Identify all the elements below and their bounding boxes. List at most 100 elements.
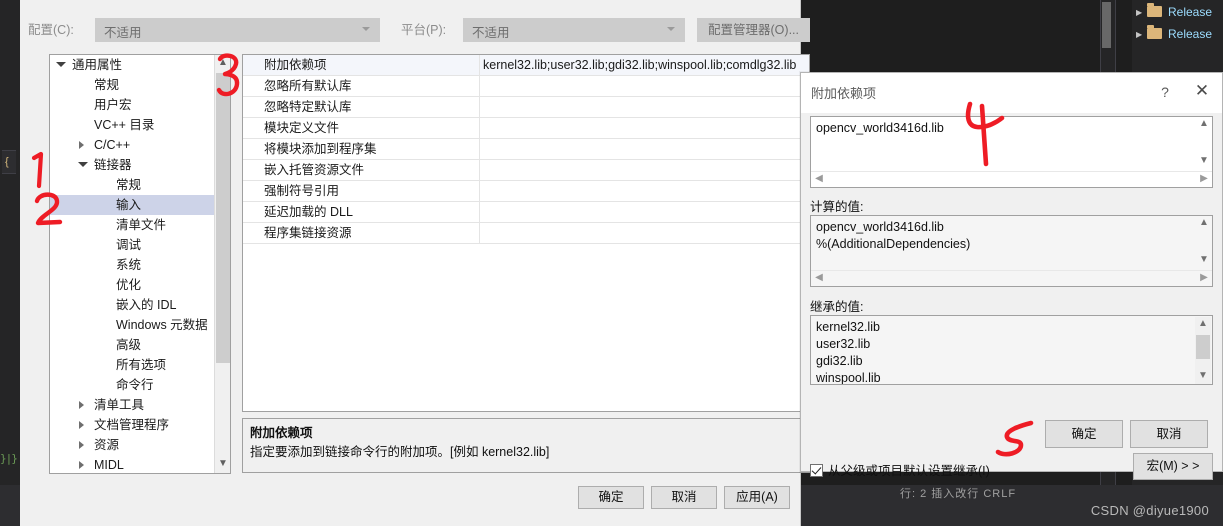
inherited-value-line: winspool.lib xyxy=(816,371,881,385)
config-combobox[interactable]: 不适用 xyxy=(95,18,380,42)
dialog-title-bar[interactable]: 附加依赖项 ? ✕ xyxy=(801,73,1222,113)
tree-item-15[interactable]: 所有选项 xyxy=(50,355,230,375)
tree-item-0[interactable]: 通用属性 xyxy=(50,55,230,75)
property-pages-apply-button[interactable]: 应用(A) xyxy=(724,486,790,509)
scroll-down-icon[interactable]: ▼ xyxy=(215,456,230,473)
scroll-left-icon[interactable]: ◀ xyxy=(811,271,827,286)
tree-item-13[interactable]: Windows 元数据 xyxy=(50,315,230,335)
tree-item-label: 命令行 xyxy=(116,378,154,392)
config-manager-button[interactable]: 配置管理器(O)... xyxy=(697,18,810,42)
tree-item-2[interactable]: 用户宏 xyxy=(50,95,230,115)
tree-item-label: 优化 xyxy=(116,278,142,292)
property-pages-ok-button[interactable]: 确定 xyxy=(578,486,644,509)
property-description-pane: 附加依赖项 指定要添加到链接命令行的附加项。[例如 kernel32.lib] xyxy=(242,418,810,473)
chevron-right-icon[interactable] xyxy=(79,441,84,449)
chevron-down-icon[interactable] xyxy=(78,162,88,167)
scroll-down-icon[interactable]: ▼ xyxy=(1196,154,1212,170)
property-row[interactable]: 嵌入托管资源文件 xyxy=(243,160,809,181)
scroll-up-icon[interactable]: ▲ xyxy=(215,55,230,72)
property-tree-scrollbar-thumb[interactable] xyxy=(216,73,230,363)
evaluated-value-vscrollbar[interactable]: ▲ ▼ xyxy=(1196,216,1212,269)
property-row-name: 延迟加载的 DLL xyxy=(264,205,353,219)
tree-item-label: 调试 xyxy=(116,238,142,252)
evaluated-value-hscrollbar[interactable]: ◀ ▶ xyxy=(811,270,1212,286)
chevron-right-icon[interactable] xyxy=(79,141,84,149)
property-row[interactable]: 延迟加载的 DLL xyxy=(243,202,809,223)
property-row-value[interactable]: kernel32.lib;user32.lib;gdi32.lib;winspo… xyxy=(483,55,809,75)
macro-button[interactable]: 宏(M) > > xyxy=(1133,453,1213,480)
dependencies-edit-hscrollbar[interactable]: ◀ ▶ xyxy=(811,171,1212,187)
property-row[interactable]: 忽略所有默认库 xyxy=(243,76,809,97)
property-row[interactable]: 忽略特定默认库 xyxy=(243,97,809,118)
solution-explorer-row[interactable]: ▶ Release xyxy=(1136,24,1212,44)
tree-item-16[interactable]: 命令行 xyxy=(50,375,230,395)
inherited-values-scrollbar[interactable]: ▲ ▼ xyxy=(1195,317,1211,384)
scroll-right-icon[interactable]: ▶ xyxy=(1196,271,1212,286)
scroll-up-icon[interactable]: ▲ xyxy=(1196,216,1212,232)
inherit-from-parent-checkbox-row[interactable]: 从父级或项目默认设置继承(I) xyxy=(810,460,990,479)
chevron-right-icon[interactable]: ▶ xyxy=(1136,25,1147,45)
scroll-down-icon[interactable]: ▼ xyxy=(1196,253,1212,269)
property-tree-scrollbar[interactable]: ▲ ▼ xyxy=(214,55,230,473)
tree-item-5[interactable]: 链接器 xyxy=(50,155,230,175)
solution-explorer-row[interactable]: ▶ Release xyxy=(1136,2,1212,22)
tree-item-19[interactable]: 资源 xyxy=(50,435,230,455)
tree-item-14[interactable]: 高级 xyxy=(50,335,230,355)
tree-item-9[interactable]: 调试 xyxy=(50,235,230,255)
dependencies-edit-box[interactable]: opencv_world3416d.lib ▲ ▼ ◀ ▶ xyxy=(810,116,1213,188)
tree-item-3[interactable]: VC++ 目录 xyxy=(50,115,230,135)
tree-item-7[interactable]: 输入 xyxy=(50,195,230,215)
help-icon[interactable]: ? xyxy=(1151,79,1179,105)
tree-item-6[interactable]: 常规 xyxy=(50,175,230,195)
inherit-from-parent-checkbox[interactable] xyxy=(810,464,823,477)
chevron-down-icon[interactable] xyxy=(56,62,66,67)
property-grid[interactable]: 附加依赖项 kernel32.lib;user32.lib;gdi32.lib;w… xyxy=(242,54,810,412)
property-row[interactable]: 程序集链接资源 xyxy=(243,223,809,244)
property-column-divider xyxy=(479,118,480,138)
inherited-values-scrollbar-thumb[interactable] xyxy=(1196,335,1210,359)
tree-item-8[interactable]: 清单文件 xyxy=(50,215,230,235)
property-column-divider xyxy=(479,55,480,75)
scroll-up-icon[interactable]: ▲ xyxy=(1196,117,1212,133)
breakpoint-marker[interactable]: { xyxy=(2,150,16,174)
tree-item-20[interactable]: MIDL xyxy=(50,455,230,473)
scroll-left-icon[interactable]: ◀ xyxy=(811,172,827,187)
tree-item-4[interactable]: C/C++ xyxy=(50,135,230,155)
property-row[interactable]: 将模块添加到程序集 xyxy=(243,139,809,160)
property-row[interactable]: 强制符号引用 xyxy=(243,181,809,202)
chevron-right-icon[interactable] xyxy=(79,461,84,469)
property-row-name: 嵌入托管资源文件 xyxy=(264,163,365,177)
property-row[interactable]: 附加依赖项 kernel32.lib;user32.lib;gdi32.lib;w… xyxy=(243,55,809,76)
add-dep-cancel-button[interactable]: 取消 xyxy=(1130,420,1208,448)
tree-item-1[interactable]: 常规 xyxy=(50,75,230,95)
close-icon[interactable]: ✕ xyxy=(1187,79,1217,105)
tree-item-11[interactable]: 优化 xyxy=(50,275,230,295)
dependencies-edit-vscrollbar[interactable]: ▲ ▼ xyxy=(1196,117,1212,170)
scroll-down-icon[interactable]: ▼ xyxy=(1195,369,1211,384)
tree-item-12[interactable]: 嵌入的 IDL xyxy=(50,295,230,315)
config-combobox-value: 不适用 xyxy=(104,26,142,40)
editor-left-gutter: { xyxy=(0,0,21,526)
tree-item-17[interactable]: 清单工具 xyxy=(50,395,230,415)
property-row[interactable]: 模块定义文件 xyxy=(243,118,809,139)
inherited-value-line: user32.lib xyxy=(816,337,871,351)
tree-item-label: 所有选项 xyxy=(116,358,167,372)
scroll-right-icon[interactable]: ▶ xyxy=(1196,172,1212,187)
property-tree-panel[interactable]: 通用属性 常规 用户宏 VC++ 目录 C/C++ 链接器 常规 输入 清单文件 调试 系统 优化 嵌入… xyxy=(49,54,231,474)
property-column-divider xyxy=(479,160,480,180)
dependencies-edit-lines: opencv_world3416d.lib xyxy=(811,120,1195,137)
chevron-right-icon[interactable]: ▶ xyxy=(1136,3,1147,23)
evaluated-value-line: %(AdditionalDependencies) xyxy=(816,237,971,251)
platform-combobox[interactable]: 不适用 xyxy=(463,18,685,42)
tree-item-18[interactable]: 文档管理程序 xyxy=(50,415,230,435)
solution-explorer-scrollbar-thumb[interactable] xyxy=(1102,2,1111,48)
chevron-right-icon[interactable] xyxy=(79,421,84,429)
tree-item-10[interactable]: 系统 xyxy=(50,255,230,275)
property-column-divider xyxy=(479,76,480,96)
chevron-right-icon[interactable] xyxy=(79,401,84,409)
add-dep-ok-button[interactable]: 确定 xyxy=(1045,420,1123,448)
evaluated-value-box: opencv_world3416d.lib %(AdditionalDepende… xyxy=(810,215,1213,287)
property-pages-cancel-button[interactable]: 取消 xyxy=(651,486,717,509)
scroll-up-icon[interactable]: ▲ xyxy=(1195,317,1211,333)
inherited-value-line: gdi32.lib xyxy=(816,354,863,368)
